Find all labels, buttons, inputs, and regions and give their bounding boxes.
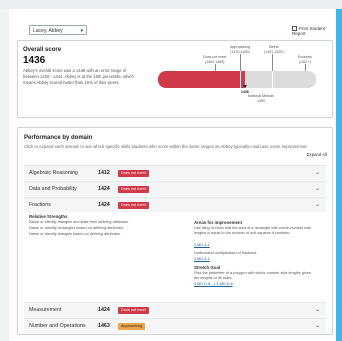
meets-tick — [272, 54, 273, 71]
status-badge: Does not meet — [118, 307, 149, 314]
domain-score: 1424 — [98, 307, 110, 313]
report-page: Lacey, Abbey ▾ Print Student Report Over… — [9, 9, 336, 341]
score-bar-fill — [158, 71, 245, 88]
domain-score: 1463 — [98, 323, 110, 329]
domain-row[interactable]: Data and Probability 1424 Does not meet ⌄ — [24, 181, 326, 196]
improvement-standard-link[interactable]: 1.MD.A.1 — [194, 243, 210, 247]
overall-title: Overall score — [23, 47, 62, 53]
stretch-title: Stretch Goal — [194, 265, 221, 270]
status-badge: Does not meet — [118, 202, 149, 209]
domain-row[interactable]: Measurement 1424 Does not meet ⌄ — [24, 302, 326, 317]
expand-all-link[interactable]: Expand All — [307, 152, 327, 157]
does-not-meet-tick — [215, 64, 216, 71]
student-score-marker — [242, 85, 247, 88]
strength-item: Name or identify rectangles based on def… — [29, 226, 124, 230]
chevron-down-icon[interactable]: ⌄ — [315, 306, 320, 313]
status-badge: Approaching — [118, 323, 146, 330]
domain-score: 1424 — [98, 202, 110, 208]
print-report-button[interactable]: Print Student Report — [292, 26, 336, 36]
status-badge: Does not meet — [118, 170, 149, 177]
improvement-text-2: Understand multiplication of fractions. — [194, 251, 258, 255]
band-divider — [240, 71, 241, 88]
exceeds-tick — [305, 64, 306, 71]
status-badge: Does not meet — [118, 186, 149, 193]
national-median-label: National Median 1480 — [248, 94, 274, 103]
improvement-standard-link-2[interactable]: 3.MD.A.1 — [194, 257, 210, 261]
domain-title: Performance by domain — [24, 135, 93, 141]
does-not-meet-label: Does not meet (1400-1469) — [203, 55, 227, 64]
app-header-strip — [0, 0, 342, 9]
student-select[interactable]: Lacey, Abbey ▾ — [29, 25, 87, 35]
chevron-down-icon[interactable]: ⌄ — [315, 322, 320, 329]
domain-name: Data and Probability — [29, 186, 77, 192]
exceeds-label: Exceeds (1521+) — [298, 55, 312, 64]
domain-score: 1412 — [98, 170, 110, 176]
overall-score-card: Overall score 1436 Abbey's overall score… — [17, 40, 333, 118]
chevron-down-icon[interactable]: ⌄ — [315, 169, 320, 176]
domain-name: Measurement — [29, 307, 62, 313]
right-background — [336, 9, 342, 341]
domain-name: Algebraic Reasoning — [29, 170, 78, 176]
chevron-down-icon[interactable]: ⌄ — [315, 185, 320, 192]
score-bar — [158, 71, 316, 88]
domain-row[interactable]: Fractions 1424 Does not meet ⌄ — [24, 197, 326, 212]
domain-row[interactable]: Algebraic Reasoning 1412 Does not meet ⌄ — [24, 165, 326, 180]
chevron-down-icon[interactable]: ⌄ — [315, 201, 320, 208]
domain-name: Number and Operations — [29, 323, 86, 329]
performance-by-domain-card: Performance by domain Click to expand ea… — [17, 127, 333, 335]
student-select-value: Lacey, Abbey — [33, 28, 63, 34]
strength-item: Name or identify triangles based on defi… — [29, 232, 121, 236]
performance-scale: Approaching (1470-1490) Meets (1491-1520) … — [158, 45, 316, 103]
left-background — [0, 9, 9, 341]
domain-description: Click to expand each domain to see which… — [24, 144, 308, 149]
strength-item: Name or identify triangles and state the… — [29, 220, 130, 224]
overall-score: 1436 — [23, 55, 46, 66]
geometric-reasoning-detail: Relative Strengths Name or identify tria… — [24, 212, 326, 302]
domain-row[interactable]: Number and Operations 1463 Approaching ⌄ — [24, 318, 326, 333]
strengths-title: Relative Strengths — [29, 214, 68, 219]
approaching-tick — [240, 54, 241, 71]
overall-description: Abbey's overall score was a 1436 with an… — [23, 68, 134, 85]
improvement-title: Areas for improvement — [194, 220, 243, 225]
approaching-label: Approaching (1470-1490) — [230, 45, 251, 54]
band-divider — [272, 71, 273, 88]
chevron-down-icon: ▾ — [80, 28, 83, 34]
stretch-standard-link[interactable]: 3.MD.D.8 - 1.1.MD.D.8 — [194, 282, 233, 286]
meets-label: Meets (1491-1520) — [264, 45, 284, 54]
domain-score: 1424 — [98, 186, 110, 192]
stretch-text: Find the perimeter of a polygon with who… — [194, 271, 311, 280]
improvement-text: Use tiling to show that the area of a re… — [194, 226, 312, 235]
domain-name: Fractions — [29, 202, 51, 208]
